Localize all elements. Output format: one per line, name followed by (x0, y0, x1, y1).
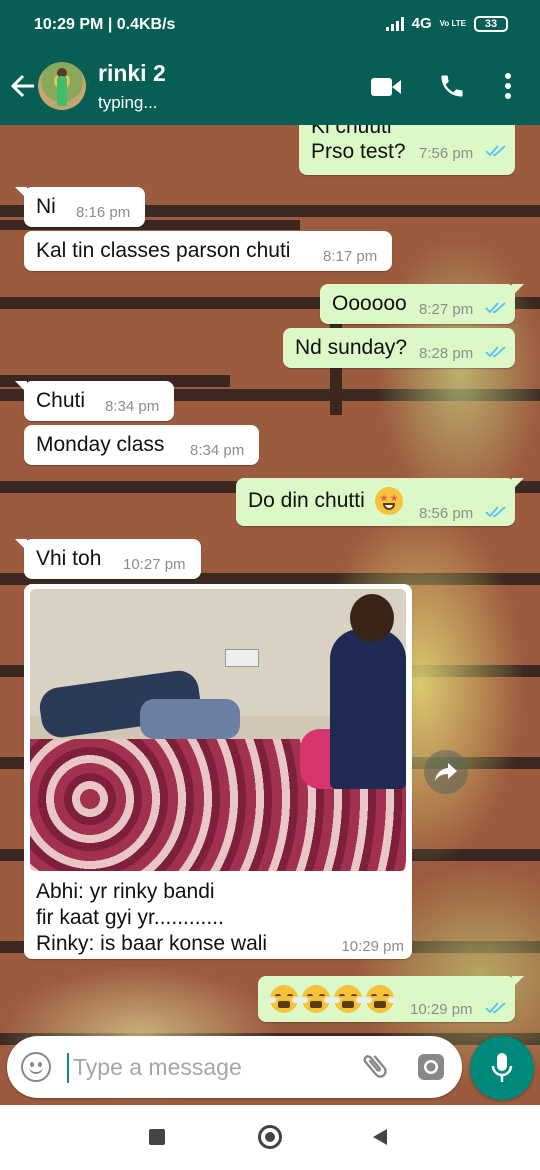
message-outgoing[interactable]: Nd sunday? 8:28 pm (283, 328, 515, 368)
status-time-speed: 10:29 PM | 0.4KB/s (34, 16, 176, 33)
image-message[interactable]: Abhi: yr rinky bandi fir kaat gyi yr....… (24, 584, 412, 959)
system-navigation-bar (0, 1105, 540, 1170)
steam-face-emoji (300, 985, 332, 1013)
chat-area[interactable]: Ki chuuti Prso test? 7:56 pm Ni 8:16 pm … (0, 125, 540, 1105)
back-button[interactable] (371, 1128, 389, 1146)
read-ticks-icon (485, 302, 506, 314)
read-ticks-icon (485, 346, 506, 358)
more-options-icon[interactable] (502, 72, 514, 100)
chat-header: rinki 2 typing... (0, 48, 540, 125)
voice-call-icon[interactable] (438, 72, 466, 100)
message-incoming[interactable]: Vhi toh 10:27 pm (15, 539, 201, 579)
signal-icon (385, 16, 404, 31)
back-arrow-icon[interactable] (10, 72, 36, 100)
message-input[interactable] (73, 1048, 343, 1086)
message-incoming[interactable]: Kal tin classes parson chuti 8:17 pm (24, 231, 392, 271)
message-time: 10:29 pm (341, 938, 404, 955)
message-outgoing[interactable]: Oooooo 8:27 pm (320, 284, 524, 324)
status-bar: 10:29 PM | 0.4KB/s 4G Vo LTE 33 (0, 0, 540, 48)
read-ticks-icon (485, 506, 506, 518)
message-outgoing[interactable]: Do din chutti 8:56 pm (236, 478, 524, 526)
contact-name[interactable]: rinki 2 (98, 60, 166, 87)
battery-icon: 33 (474, 15, 508, 32)
attach-icon[interactable] (359, 1050, 391, 1082)
home-button[interactable] (258, 1125, 282, 1149)
recents-button[interactable] (149, 1129, 165, 1145)
message-outgoing[interactable]: Ki chuuti Prso test? 7:56 pm (299, 125, 515, 175)
avatar[interactable] (38, 62, 86, 110)
shared-photo[interactable] (30, 589, 406, 871)
image-caption-line: fir kaat gyi yr............ (36, 906, 224, 929)
image-caption-line: Rinky: is baar konse wali (36, 932, 268, 955)
volte-indicator: Vo LTE (439, 18, 466, 28)
message-incoming[interactable]: Chuti 8:34 pm (15, 381, 174, 421)
steam-face-emoji (268, 985, 300, 1013)
steam-face-emoji (364, 985, 396, 1013)
message-outgoing[interactable]: 10:29 pm (258, 976, 524, 1022)
camera-icon[interactable] (416, 1052, 446, 1082)
forward-icon[interactable] (424, 750, 468, 794)
message-incoming[interactable]: Monday class 8:34 pm (24, 425, 259, 465)
text-cursor (67, 1053, 69, 1083)
read-ticks-icon (485, 1002, 506, 1014)
steam-face-emoji (332, 985, 364, 1013)
mic-button[interactable] (470, 1036, 534, 1100)
message-composer (7, 1036, 462, 1098)
read-ticks-icon (485, 145, 506, 157)
video-call-icon[interactable] (370, 76, 402, 98)
mic-icon (491, 1053, 513, 1082)
contact-status: typing... (98, 93, 158, 112)
star-struck-emoji (375, 487, 403, 515)
image-caption-line: Abhi: yr rinky bandi (36, 880, 215, 903)
network-type: 4G (411, 15, 432, 32)
message-incoming[interactable]: Ni 8:16 pm (15, 187, 145, 227)
